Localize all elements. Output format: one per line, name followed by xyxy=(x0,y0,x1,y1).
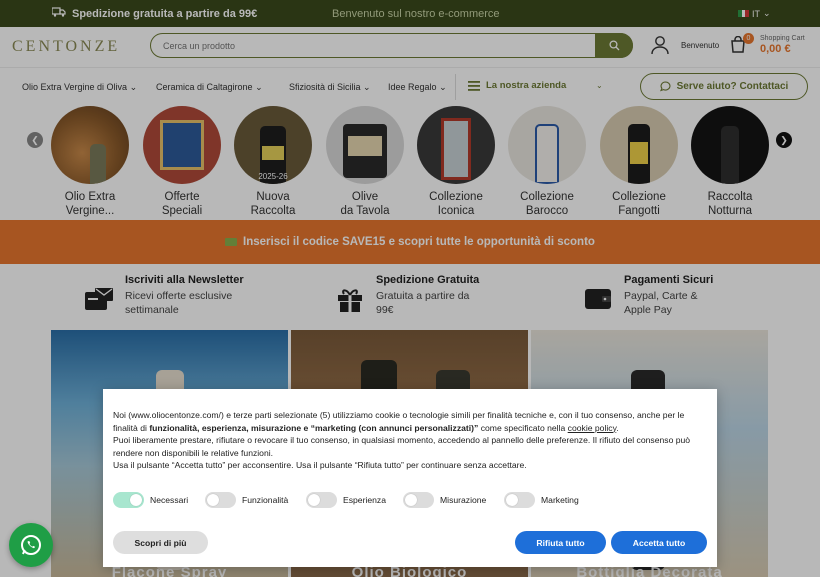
cookie-text-part: . xyxy=(616,422,619,433)
whatsapp-button[interactable] xyxy=(9,523,53,567)
whatsapp-icon xyxy=(21,535,41,555)
cookie-text-bold: funzionalità, esperienza, misurazione e … xyxy=(149,422,479,433)
learn-more-button[interactable]: Scopri di più xyxy=(113,531,208,554)
toggle-switch[interactable] xyxy=(205,492,236,508)
cookie-text: Noi (www.oliocentonze.com/) e terze part… xyxy=(113,409,708,472)
accept-all-button[interactable]: Accetta tutto xyxy=(611,531,707,554)
toggle-label: Necessari xyxy=(150,495,189,505)
toggle-necessari[interactable]: Necessari xyxy=(113,492,188,508)
cookie-text-part: Usa il pulsante “Accetta tutto” per acco… xyxy=(113,460,527,470)
page: Spedizione gratuita a partire da 99€ Ben… xyxy=(0,0,820,577)
toggle-switch[interactable] xyxy=(504,492,535,508)
cookie-text-part: come specificato nella xyxy=(478,422,568,433)
toggle-esperienza[interactable]: Esperienza xyxy=(306,492,386,508)
toggle-switch[interactable] xyxy=(113,492,144,508)
consent-toggles: Necessari Funzionalità Esperienza Misura… xyxy=(113,492,708,510)
toggle-misurazione[interactable]: Misurazione xyxy=(403,492,486,508)
toggle-label: Misurazione xyxy=(440,495,487,505)
toggle-funzionalita[interactable]: Funzionalità xyxy=(205,492,288,508)
cookie-policy-link[interactable]: cookie policy xyxy=(568,423,617,433)
reject-all-button[interactable]: Rifiuta tutto xyxy=(515,531,606,554)
toggle-marketing[interactable]: Marketing xyxy=(504,492,579,508)
cookie-text-part: Puoi liberamente prestare, rifiutare o r… xyxy=(113,435,691,458)
toggle-switch[interactable] xyxy=(306,492,337,508)
cookie-dialog: Noi (www.oliocentonze.com/) e terze part… xyxy=(103,389,717,567)
toggle-switch[interactable] xyxy=(403,492,434,508)
toggle-label: Funzionalità xyxy=(242,495,289,505)
toggle-label: Marketing xyxy=(541,495,579,505)
toggle-label: Esperienza xyxy=(343,495,386,505)
